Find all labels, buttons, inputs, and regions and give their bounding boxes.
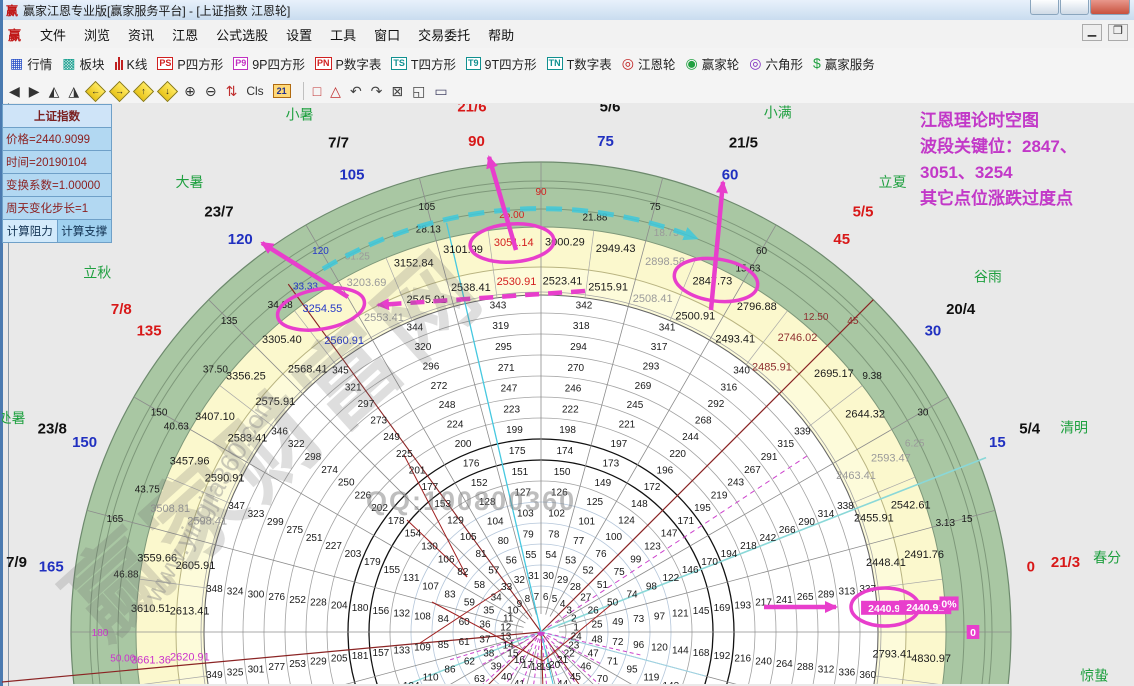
calc-resistance-button[interactable]: 计算阻力 xyxy=(2,220,58,243)
application-window: 赢 赢家江恩专业版[赢家服务平台] - [上证指数 江恩轮] 赢 文件浏览资讯江… xyxy=(0,0,1134,686)
sector-button-icon: ▩ xyxy=(62,56,75,70)
hexagon-button[interactable]: ◎ 六角形 xyxy=(749,54,803,73)
annotation-line-2: 3051、3254 xyxy=(920,160,1077,186)
screen-tool-button[interactable]: ▭ xyxy=(434,82,447,100)
9t-square-button-label: 9T四方形 xyxy=(485,54,537,73)
pan-left-button[interactable]: ← xyxy=(85,81,106,102)
back-arrow-button[interactable]: ◀ xyxy=(9,82,20,100)
step-up-button[interactable]: ◭ xyxy=(49,82,60,100)
pan-right-button[interactable]: → xyxy=(109,81,130,102)
hexagon-button-icon: ◎ xyxy=(749,56,761,70)
9p-square-button-label: 9P四方形 xyxy=(252,54,305,73)
rotate-cw-button[interactable]: ↷ xyxy=(371,82,383,100)
zoom-in-button[interactable]: ⊕ xyxy=(184,82,196,100)
menu-item-9[interactable]: 帮助 xyxy=(479,25,523,46)
9p-square-button[interactable]: P9 9P四方形 xyxy=(233,54,305,73)
app-logo-icon: 赢 xyxy=(6,2,18,19)
minimize-button[interactable] xyxy=(1030,0,1059,15)
t-table-button-icon: TN xyxy=(547,57,563,70)
p-square-button-label: P四方形 xyxy=(177,54,223,73)
drawing-toolbar: ◀ ▶ ◭ ◮ ←→↑↓ ⊕ ⊖ ⇅ Cls 21 □ △ ↶ ↷ ⊠ ◱ ▭ xyxy=(0,78,1134,104)
gann-annotation-text: 江恩理论时空图波段关键位：2847、3051、3254其它点位涨跌过度点 xyxy=(920,108,1077,212)
gann-wheel-button-label: 江恩轮 xyxy=(638,54,676,73)
t-square-button-icon: TS xyxy=(391,57,407,70)
kline-icon xyxy=(115,56,123,70)
window-title: 赢家江恩专业版[赢家服务平台] - [上证指数 江恩轮] xyxy=(23,2,290,19)
service-button-label: 赢家服务 xyxy=(825,54,875,73)
p-table-button-icon: PN xyxy=(315,57,332,70)
p-table-button[interactable]: PN P数字表 xyxy=(315,54,381,73)
p-square-button[interactable]: PS P四方形 xyxy=(157,54,223,73)
calc-support-button[interactable]: 计算支撑 xyxy=(58,220,113,243)
quote-button-label: 行情 xyxy=(27,54,52,73)
gann-wheel-button-icon: ◎ xyxy=(622,56,634,70)
sector-button-label: 板块 xyxy=(79,54,104,73)
kline-button-label: K线 xyxy=(127,54,148,73)
9t-square-button-icon: T9 xyxy=(466,57,481,70)
rect-tool-button[interactable]: □ xyxy=(313,82,321,100)
menu-item-6[interactable]: 工具 xyxy=(321,25,365,46)
9t-square-button[interactable]: T9 9T四方形 xyxy=(466,54,537,73)
menu-item-0[interactable]: 文件 xyxy=(31,25,75,46)
annotation-line-1: 波段关键位：2847、 xyxy=(920,134,1077,160)
winner-wheel-button[interactable]: ◉ 赢家轮 xyxy=(686,54,740,73)
menu-item-4[interactable]: 公式选股 xyxy=(207,25,277,46)
t-square-button-label: T四方形 xyxy=(411,54,456,73)
zoom-out-button[interactable]: ⊖ xyxy=(205,82,217,100)
menu-item-3[interactable]: 江恩 xyxy=(163,25,207,46)
mdi-button-1[interactable]: ❒ xyxy=(1108,24,1128,41)
main-toolbar: ▦ 行情 ▩ 板块 K线 PS P四方形 P9 9P四方形 PN P数字表 TS T四方形 T9 9T四方形… xyxy=(0,48,1134,79)
forward-arrow-button[interactable]: ▶ xyxy=(29,82,40,100)
kline-button[interactable]: K线 xyxy=(115,54,148,73)
menu-bar: 赢 文件浏览资讯江恩公式选股设置工具窗口交易委托帮助 xyxy=(0,20,1134,49)
step-down-button[interactable]: ◮ xyxy=(68,82,79,100)
window-frame-edge xyxy=(0,0,3,686)
menu-item-1[interactable]: 浏览 xyxy=(75,25,119,46)
info-row-0: 价格=2440.9099 xyxy=(2,128,112,151)
winner-wheel-button-icon: ◉ xyxy=(686,56,698,70)
close-button[interactable] xyxy=(1090,0,1130,15)
menu-logo-icon: 赢 xyxy=(8,25,21,44)
menu-item-2[interactable]: 资讯 xyxy=(119,25,163,46)
menu-item-5[interactable]: 设置 xyxy=(277,25,321,46)
updown-marker-button[interactable]: ⇅ xyxy=(226,82,238,100)
quote-button[interactable]: ▦ 行情 xyxy=(10,54,52,73)
p-table-button-label: P数字表 xyxy=(336,54,382,73)
separator xyxy=(303,82,304,100)
p-square-button-icon: PS xyxy=(157,57,173,70)
calendar-button[interactable]: 21 xyxy=(273,84,291,98)
fit-tool-button[interactable]: ◱ xyxy=(412,82,425,100)
title-bar[interactable]: 赢 赢家江恩专业版[赢家服务平台] - [上证指数 江恩轮] xyxy=(0,0,1134,21)
pan-down-button[interactable]: ↓ xyxy=(157,81,178,102)
triangle-tool-button[interactable]: △ xyxy=(330,82,341,100)
9p-square-button-icon: P9 xyxy=(233,57,248,70)
winner-wheel-button-label: 赢家轮 xyxy=(702,54,740,73)
service-button[interactable]: $ 赢家服务 xyxy=(813,54,875,73)
pan-up-button[interactable]: ↑ xyxy=(133,81,154,102)
cls-button[interactable]: Cls xyxy=(246,82,263,100)
rotate-ccw-button[interactable]: ↶ xyxy=(350,82,362,100)
delete-box-button[interactable]: ⊠ xyxy=(391,82,403,100)
annotation-line-3: 其它点位涨跌过度点 xyxy=(920,186,1077,212)
menu-item-7[interactable]: 窗口 xyxy=(365,25,409,46)
gann-wheel-button[interactable]: ◎ 江恩轮 xyxy=(622,54,676,73)
index-info-panel: 上证指数 价格=2440.9099时间=20190104变换系数=1.00000… xyxy=(2,104,112,243)
annotation-line-0: 江恩理论时空图 xyxy=(920,108,1077,134)
info-row-1: 时间=20190104 xyxy=(2,151,112,174)
mdi-button-0[interactable]: ▁ xyxy=(1082,24,1102,41)
info-row-3: 周天变化步长=1 xyxy=(2,197,112,220)
service-button-icon: $ xyxy=(813,56,821,70)
t-square-button[interactable]: TS T四方形 xyxy=(391,54,456,73)
info-row-2: 变换系数=1.00000 xyxy=(2,174,112,197)
hexagon-button-label: 六角形 xyxy=(765,54,803,73)
sector-button[interactable]: ▩ 板块 xyxy=(62,54,104,73)
t-table-button[interactable]: TN T数字表 xyxy=(547,54,612,73)
menu-item-8[interactable]: 交易委托 xyxy=(409,25,479,46)
index-name: 上证指数 xyxy=(2,104,112,128)
t-table-button-label: T数字表 xyxy=(567,54,612,73)
quote-button-icon: ▦ xyxy=(10,56,23,70)
maximize-button[interactable] xyxy=(1060,0,1089,15)
